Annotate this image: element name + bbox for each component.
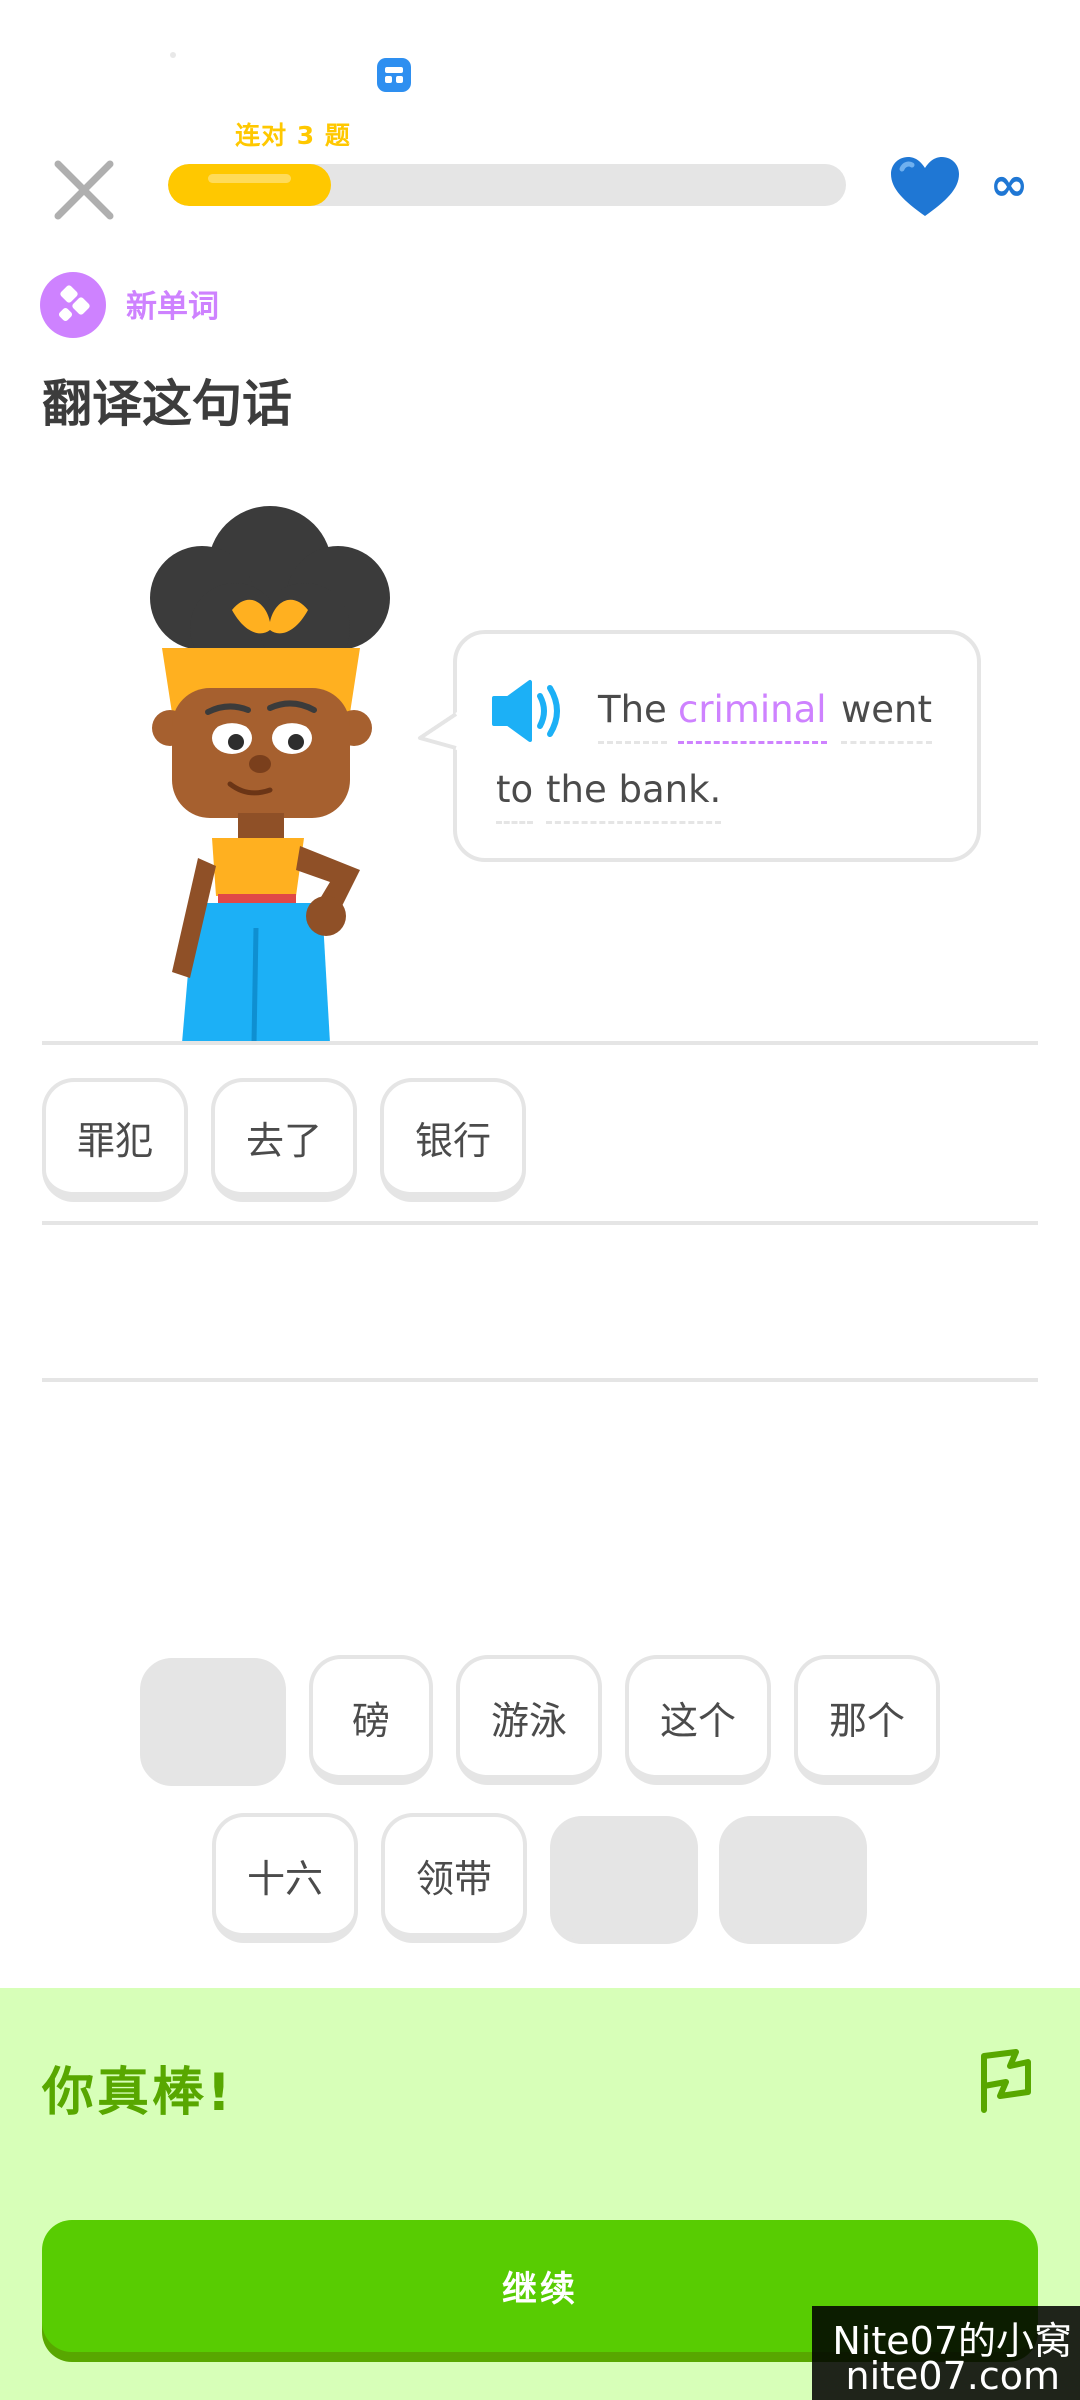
- watermark-line: nite07.com: [845, 2354, 1060, 2398]
- answer-divider: [42, 1041, 1038, 1045]
- speech-bubble-tail: [416, 710, 458, 752]
- character-illustration: [120, 498, 420, 1044]
- sentence-word[interactable]: went: [841, 688, 932, 744]
- page-title: 翻译这句话: [42, 375, 292, 433]
- sentence-word[interactable]: the bank.: [546, 768, 722, 824]
- feedback-message: 你真棒!: [42, 2063, 234, 2123]
- answer-tile[interactable]: 银行: [380, 1078, 526, 1202]
- new-word-label: 新单词: [126, 289, 219, 325]
- status-dot: [170, 52, 176, 58]
- progress-bar: [168, 164, 846, 206]
- answer-tile[interactable]: 罪犯: [42, 1078, 188, 1202]
- speaker-icon[interactable]: [490, 676, 580, 746]
- report-flag-icon[interactable]: [976, 2048, 1036, 2114]
- hearts-count: ∞: [982, 157, 1036, 211]
- word-bank-tile[interactable]: 十六: [212, 1813, 358, 1943]
- word-bank-tile[interactable]: 领带: [381, 1813, 527, 1943]
- sentence-word-highlighted[interactable]: criminal: [678, 688, 827, 744]
- sentence-word[interactable]: to: [496, 768, 534, 824]
- sentence-word[interactable]: The: [598, 688, 667, 744]
- answer-tile[interactable]: 去了: [211, 1078, 357, 1202]
- word-bank-placeholder: [140, 1658, 286, 1786]
- word-bank-tile[interactable]: 那个: [794, 1655, 940, 1785]
- heart-icon[interactable]: [888, 154, 962, 220]
- progress-bar-fill: [168, 164, 331, 206]
- close-icon[interactable]: [44, 150, 124, 230]
- streak-counter: 连对 3 题: [235, 121, 351, 150]
- answer-line: [42, 1378, 1038, 1382]
- watermark: Nite07的小窝 nite07.com: [812, 2306, 1080, 2400]
- word-bank-placeholder: [550, 1816, 698, 1944]
- word-bank-tile[interactable]: 这个: [625, 1655, 771, 1785]
- app-notification-icon: [377, 58, 411, 92]
- word-bank-tile[interactable]: 游泳: [456, 1655, 602, 1785]
- new-word-icon: [40, 272, 106, 338]
- answer-line: [42, 1221, 1038, 1225]
- word-bank-placeholder: [719, 1816, 867, 1944]
- word-bank-tile[interactable]: 磅: [309, 1655, 433, 1785]
- hearts-infinity-text: ∞: [990, 160, 1028, 210]
- progress-bar-shine: [208, 174, 291, 183]
